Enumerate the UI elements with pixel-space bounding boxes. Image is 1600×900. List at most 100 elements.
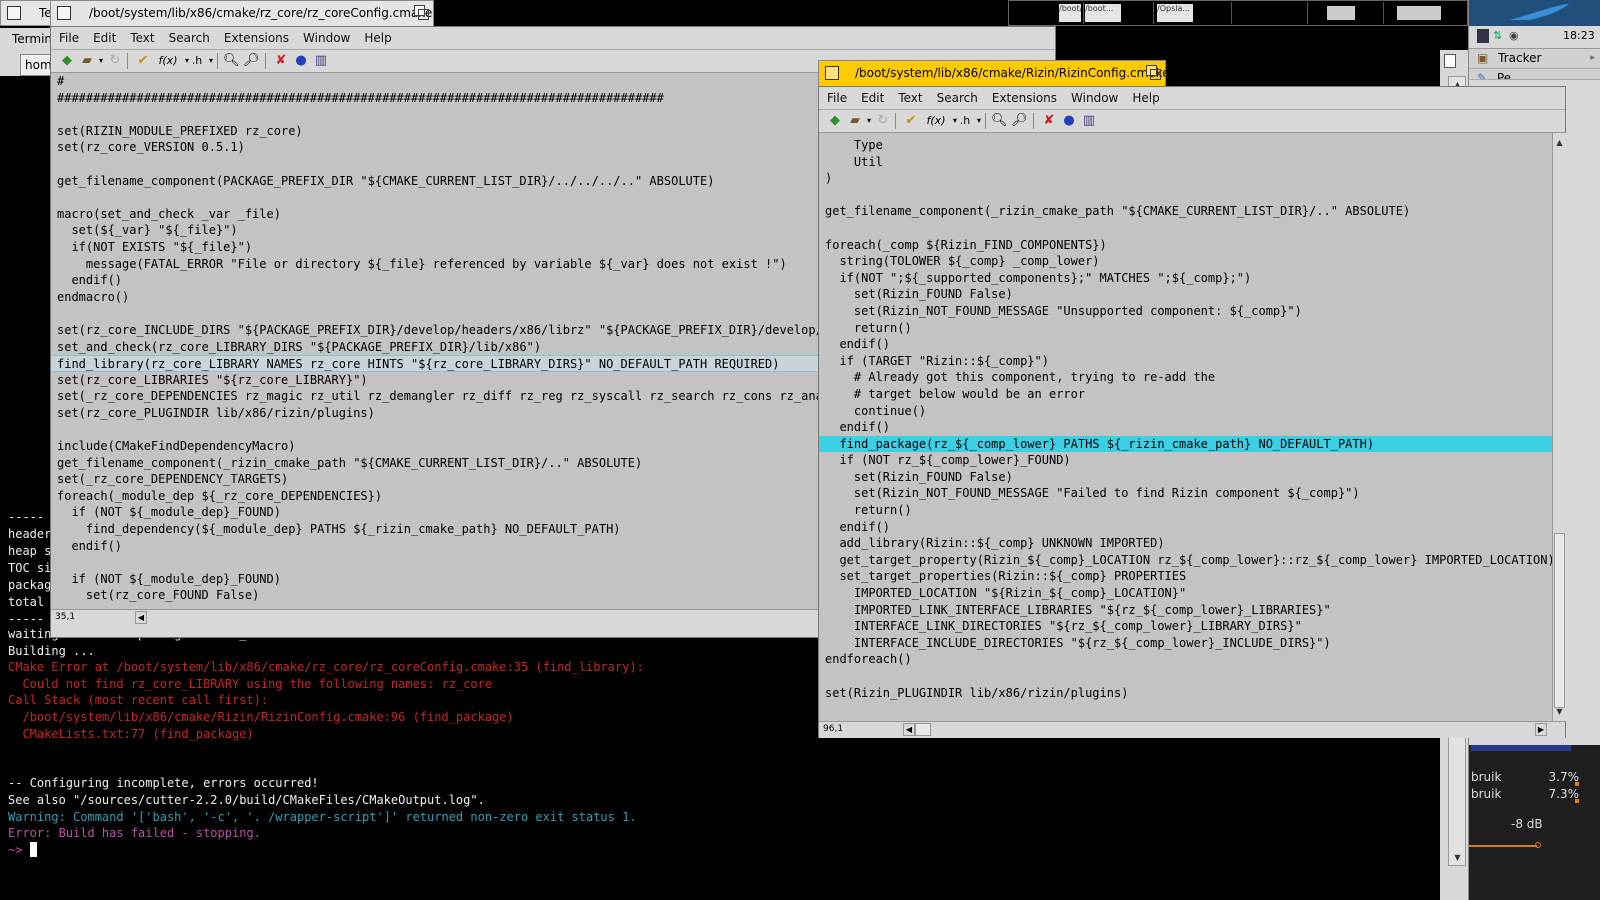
close-box-icon[interactable] [7,6,21,20]
cursor-position: 35,1 [55,612,76,622]
code-line: Util [825,154,883,169]
find-icon[interactable]: 🔍︎ [991,113,1008,129]
new-document-icon[interactable]: ◆ [827,113,843,129]
split-view-icon[interactable]: ▥ [1081,113,1097,129]
close-file-icon[interactable]: ✘ [1041,113,1057,129]
editor2-scrollbar[interactable]: ▲ ▼ [1552,133,1566,721]
menu-file[interactable]: File [819,87,854,109]
scroll-right-icon[interactable]: ▶ [1535,723,1547,736]
save-icon[interactable]: ↻ [875,113,891,129]
close-box-icon[interactable] [57,6,71,20]
code-line: set(rz_core_VERSION 0.5.1) [57,140,245,155]
page-icon[interactable] [1444,54,1456,68]
terminal-line: Call Stack (most recent call first): [8,692,644,709]
terminal-line: heap s [8,544,52,558]
scroll-down-icon[interactable]: ▼ [1452,852,1463,863]
scroll-down-icon[interactable]: ▼ [1554,706,1565,717]
menu-text[interactable]: Text [123,27,161,49]
cpu-monitor-icon[interactable] [1477,29,1489,43]
save-icon[interactable]: ↻ [107,53,123,69]
workspace-5[interactable] [1307,2,1384,24]
deskbar-item-pe[interactable]: ✎ Pe [1469,69,1600,80]
toolbar-separator [985,113,986,129]
function-menu-button[interactable]: f(x) [155,53,181,69]
find-in-files-icon[interactable]: 🔎︎ [243,53,260,69]
code-line: IMPORTED_LINK_INTERFACE_LIBRARIES "${rz_… [825,602,1331,617]
code-line: set(rz_core_FOUND False) [57,588,260,603]
scroll-left-icon[interactable]: ◀ [135,611,147,624]
workspace-thumb: /boot... [1085,4,1121,22]
volume-slider[interactable] [1469,845,1537,847]
menu-extensions[interactable]: Extensions [217,27,296,49]
menu-window[interactable]: Window [1064,87,1125,109]
scroll-thumb[interactable] [1554,533,1565,708]
terminal-line-text: Building ... [8,643,95,658]
workspace-6[interactable] [1383,2,1467,24]
menu-edit[interactable]: Edit [86,27,123,49]
terminal-cursor[interactable] [29,841,37,857]
checkmark-icon[interactable]: ✔ [135,53,151,69]
workspace-2[interactable]: /boot... [1083,2,1154,24]
close-file-icon[interactable]: ✘ [273,53,289,69]
zoom-icon[interactable] [1146,65,1161,80]
close-box-icon[interactable] [825,66,839,80]
network-icon[interactable]: ⇅ [1493,29,1505,43]
menu-search[interactable]: Search [930,87,985,109]
terminal-line-text: /boot/system/lib/x86/cmake/Rizin/RizinCo… [8,709,514,724]
cpu-bar [1575,782,1579,786]
menu-search[interactable]: Search [162,27,217,49]
menu-help[interactable]: Help [357,27,398,49]
code-line: endforeach() [825,652,912,667]
checkmark-icon[interactable]: ✔ [903,113,919,129]
code-line: INTERFACE_INCLUDE_DIRECTORIES "${rz_${_c… [825,635,1331,650]
terminal-line-text: ~> [8,842,30,857]
hscroll-thumb[interactable] [915,723,931,736]
new-document-icon[interactable]: ◆ [59,53,75,69]
scroll-up-icon[interactable]: ▲ [1554,137,1565,148]
terminal-menu-label[interactable]: Termin [0,32,52,46]
terminal-line-text: CMakeLists.txt:77 (find_package) [8,726,254,741]
code-line: # [57,74,65,88]
volume-slider-knob[interactable] [1535,842,1541,848]
editor2-title-tab[interactable]: /boot/system/lib/x86/cmake/Rizin/RizinCo… [818,60,1170,86]
menu-file[interactable]: File [51,27,86,49]
workspaces-applet[interactable]: /boot/sy /boot... /Opsla... [1008,0,1468,26]
find-icon[interactable]: 🔍︎ [223,53,240,69]
menu-help[interactable]: Help [1125,87,1166,109]
clock[interactable]: 18:23 [1563,29,1595,42]
terminal-side-output: ----- header heap s TOC si packag total ----- [8,509,51,628]
menu-edit[interactable]: Edit [854,87,891,109]
deskbar-item-tracker[interactable]: ▣ Tracker ▸ [1469,49,1600,69]
terminal-corner [1440,50,1468,76]
workspace-1[interactable]: /boot/sy [1009,2,1084,24]
workspace-4[interactable] [1231,2,1308,24]
deskbar-logo[interactable] [1469,0,1600,26]
scroll-left-icon[interactable]: ◀ [903,723,915,736]
find-in-files-icon[interactable]: 🔎︎ [1011,113,1028,129]
workspace-3[interactable]: /Opsla... [1153,2,1232,24]
zoom-icon[interactable] [414,5,429,20]
menu-text[interactable]: Text [891,87,929,109]
split-view-icon[interactable]: ▥ [313,53,329,69]
volume-icon[interactable]: ◉ [1509,29,1521,43]
info-icon[interactable]: ● [1061,113,1077,129]
editor2-text-area[interactable]: Type Util) get_filename_component(_rizin_… [819,133,1552,721]
terminal-line: packag [8,578,52,592]
code-line: endif() [825,519,891,534]
terminal-line: ----- [8,510,45,524]
editor1-title: /boot/system/lib/x86/cmake/rz_core/rz_co… [89,6,433,20]
info-icon[interactable]: ● [293,53,309,69]
function-menu-button[interactable]: f(x) [923,113,949,129]
terminal-window-tab[interactable]: Te [0,0,56,26]
terminal-line-text: -- Configuring incomplete, errors occurr… [8,776,319,791]
code-line: set_target_properties(Rizin::${_comp} PR… [825,569,1187,584]
code-line: endif() [825,337,891,352]
editor1-title-tab[interactable]: /boot/system/lib/x86/cmake/rz_core/rz_co… [50,0,434,26]
menu-window[interactable]: Window [296,27,357,49]
menu-extensions[interactable]: Extensions [985,87,1064,109]
terminal-line: header [8,527,52,541]
